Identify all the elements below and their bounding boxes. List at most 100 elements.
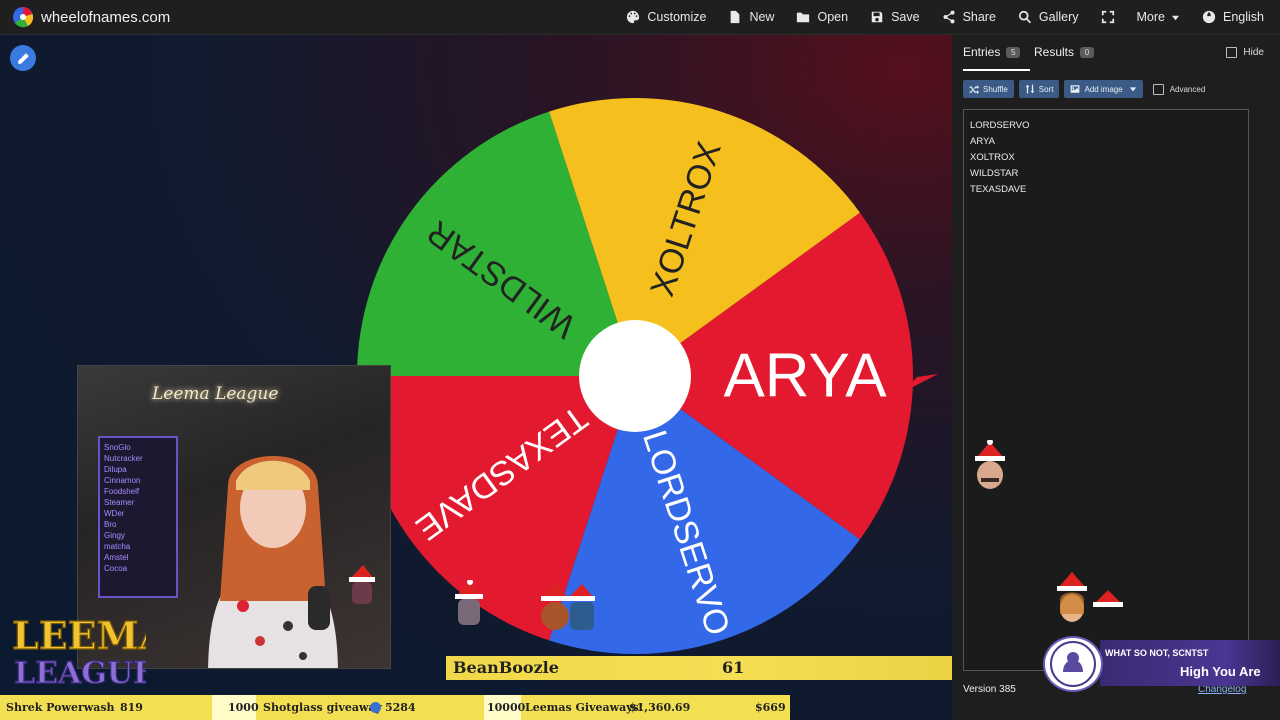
stat-value-1: 61 — [722, 658, 745, 677]
search-icon — [1018, 10, 1031, 24]
menu-board-line: Steamer — [104, 498, 135, 507]
chat-avatar — [349, 565, 375, 604]
save-button[interactable]: Save — [870, 10, 920, 24]
menu-board-line: Nutcracker — [104, 454, 143, 463]
share-button[interactable]: Share — [942, 10, 996, 24]
chevron-down-icon — [1129, 87, 1136, 92]
fullscreen-icon — [1101, 10, 1114, 24]
ticker-value: 1000 — [228, 701, 259, 714]
chat-avatar — [541, 582, 595, 630]
logo-line-2: LEAGUE — [14, 656, 146, 691]
spin-wheel[interactable]: ARYALORDSERVOTEXASDAVEWILDSTAR XOLTROX — [355, 96, 945, 666]
entries-count-badge: 5 — [1006, 46, 1021, 58]
menu-board: SnoGlo Nutcracker Dilupa Cinnamon Foodshelf S… — [98, 436, 178, 598]
stream-stat-bar: BeanBoozle 61 15 — [446, 656, 952, 680]
shuffle-button[interactable]: Shuffle — [963, 80, 1014, 98]
ticker-value: 819 — [120, 701, 143, 714]
image-icon — [1071, 85, 1080, 93]
menu-board-line: matcha — [104, 542, 131, 551]
entries-list: LORDSERVO ARYA XOLTROX WILDSTAR TEXASDAVE — [964, 110, 1248, 206]
ticker-value: $669 — [755, 701, 786, 714]
toolbar: Customize New Open Save Share Gallery Mo… — [604, 0, 1264, 34]
language-label: English — [1223, 10, 1264, 24]
sponsor-strip — [1100, 640, 1280, 686]
entries-panel: Entries 5 Results 0 Hide Shuffle Sort Ad… — [952, 35, 1280, 720]
ticker-value: $1,360.69 — [629, 701, 691, 714]
brand[interactable]: wheelofnames.com — [12, 6, 170, 28]
entry-line[interactable]: XOLTROX — [970, 150, 1242, 166]
checkbox-icon — [1226, 47, 1238, 58]
entry-line[interactable]: TEXASDAVE — [970, 182, 1242, 198]
version-label: Version 385 — [963, 684, 1016, 695]
file-icon — [731, 10, 740, 24]
ticker-value: 10000 — [487, 701, 526, 714]
more-button[interactable]: More — [1137, 10, 1180, 24]
entry-tools: Shuffle Sort Add image Advanced — [963, 80, 1205, 98]
fullscreen-button[interactable] — [1101, 10, 1115, 24]
gallery-label: Gallery — [1038, 10, 1079, 24]
open-button[interactable]: Open — [796, 10, 848, 24]
entries-textarea[interactable]: LORDSERVO ARYA XOLTROX WILDSTAR TEXASDAVE — [963, 109, 1249, 671]
advanced-label: Advanced — [1169, 84, 1206, 94]
menu-board-line: SnoGlo — [104, 443, 131, 452]
entry-line[interactable]: LORDSERVO — [970, 118, 1242, 134]
share-label: Share — [962, 10, 996, 24]
tab-entries[interactable]: Entries 5 — [963, 35, 1031, 71]
ticker-label: Leemas Giveaways! — [525, 701, 644, 714]
add-image-label: Add image — [1084, 84, 1123, 94]
neon-sign: Leema League — [152, 384, 279, 404]
leema-league-logo: LEEMA LEAGUE — [11, 612, 146, 691]
globe-icon — [1202, 10, 1216, 24]
open-label: Open — [817, 10, 849, 24]
chat-avatar — [1057, 572, 1123, 622]
folder-icon — [797, 12, 810, 23]
edit-button[interactable] — [10, 45, 36, 71]
wheel-center-button[interactable] — [579, 320, 691, 432]
sponsor-line-1: WHAT SO NOT, SCNTST — [1105, 648, 1209, 658]
add-image-button[interactable]: Add image — [1064, 80, 1143, 98]
pencil-icon — [17, 52, 29, 64]
ticker-value: 5284 — [385, 701, 416, 714]
ticker-label: Shotglass giveaway — [263, 701, 382, 714]
stat-name: BeanBoozle — [453, 658, 559, 677]
customize-label: Customize — [647, 10, 707, 24]
checkbox-icon — [1152, 83, 1164, 95]
sort-label: Sort — [1038, 84, 1054, 94]
tab-results-label: Results — [1034, 45, 1075, 59]
entry-line[interactable]: ARYA — [970, 134, 1242, 150]
advanced-checkbox[interactable]: Advanced — [1152, 83, 1206, 95]
menu-board-line: Foodshelf — [104, 487, 140, 496]
wheel-logo-icon — [13, 7, 34, 28]
save-label: Save — [891, 10, 920, 24]
sort-icon — [1025, 84, 1035, 94]
menu-board-line: Amstel — [104, 553, 129, 562]
sort-button[interactable]: Sort — [1018, 80, 1060, 98]
gem-icon — [370, 702, 381, 713]
logo-line-1: LEEMA — [12, 613, 146, 658]
entry-line[interactable]: WILDSTAR — [970, 166, 1242, 182]
tab-entries-label: Entries — [963, 45, 1001, 59]
tab-results[interactable]: Results 0 — [1034, 35, 1095, 69]
palette-icon — [627, 10, 640, 24]
gallery-button[interactable]: Gallery — [1018, 10, 1079, 24]
shuffle-icon — [969, 85, 979, 94]
chat-avatar — [455, 580, 483, 625]
menu-board-line: Bro — [104, 520, 117, 529]
new-label: New — [749, 10, 775, 24]
sponsor-badge-icon — [1043, 636, 1103, 692]
panel-tabs: Entries 5 Results 0 Hide — [952, 35, 1280, 71]
language-button[interactable]: English — [1202, 10, 1264, 24]
hide-checkbox[interactable]: Hide — [1226, 47, 1264, 58]
top-bar: wheelofnames.com Customize New Open Save… — [0, 0, 1280, 35]
save-icon — [871, 11, 883, 23]
shuffle-label: Shuffle — [983, 84, 1008, 94]
new-button[interactable]: New — [728, 10, 774, 24]
menu-board-line: Cinnamon — [104, 476, 141, 485]
sponsor-line-2: High You Are — [1180, 664, 1261, 679]
menu-board-line: WDer — [104, 509, 125, 518]
wheel-stage: ARYA LORDSERVO TEXASDAVE WILDSTAR XOLTROX Le… — [0, 35, 952, 720]
customize-button[interactable]: Customize — [626, 10, 706, 24]
chevron-down-icon — [1171, 15, 1180, 20]
more-label: More — [1136, 10, 1165, 24]
wheel-label-arya: ARYA — [723, 342, 887, 411]
